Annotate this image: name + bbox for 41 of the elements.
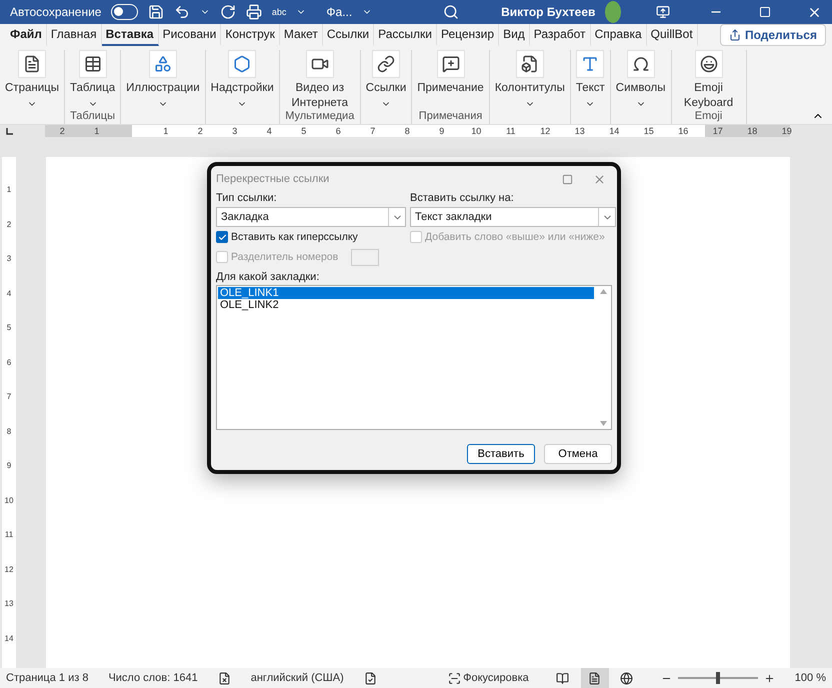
ribbon-button[interactable]: Видео из Интернета xyxy=(284,50,355,110)
bookmark-list[interactable]: OLE_LINK1 OLE_LINK2 xyxy=(216,285,612,430)
ribbon-button[interactable]: Таблица xyxy=(70,50,116,110)
group-label: Таблицы xyxy=(70,110,115,124)
checkbox-label: Вставить как гиперссылку xyxy=(231,231,358,243)
user-name[interactable]: Виктор Бухтеев xyxy=(501,5,596,20)
ribbon-button[interactable]: Страницы xyxy=(5,50,59,110)
word-count[interactable]: Число слов: 1641 xyxy=(108,672,198,684)
group-label: Примечания xyxy=(418,110,482,124)
list-item[interactable]: OLE_LINK2 xyxy=(218,299,594,311)
ribbon-button[interactable]: Текст xyxy=(576,50,605,110)
checkbox-label: Разделитель номеров xyxy=(231,251,338,263)
zoom-percent[interactable]: 100 % xyxy=(794,672,826,684)
reference-type-dropdown[interactable]: Закладка xyxy=(216,207,406,227)
page-count[interactable]: Страница 1 из 8 xyxy=(6,672,88,684)
document-title[interactable]: Фа... xyxy=(326,5,352,20)
group-label: Emoji xyxy=(694,110,722,124)
autosave-label: Автосохранение xyxy=(10,5,102,20)
ribbon-button[interactable]: Ссылки xyxy=(366,50,406,110)
field-label: Тип ссылки: xyxy=(216,192,278,204)
ribbon-button[interactable]: Примечание xyxy=(417,50,484,110)
cancel-button[interactable]: Отмена xyxy=(544,444,612,464)
spelling-button[interactable]: abc xyxy=(272,7,286,18)
vertical-ruler[interactable]: 1 2 3 4 5 6 7 8 9 10 11 12 13 14 xyxy=(2,157,16,668)
ribbon-button[interactable]: Символы xyxy=(616,50,666,110)
ribbon-button[interactable]: Надстройки xyxy=(210,50,274,110)
horizontal-ruler[interactable]: 2 1 1 2 3 4 5 6 7 8 9 10 11 12 13 14 15 16 17 18 19 xyxy=(45,125,790,137)
list-label: Для какой закладки: xyxy=(216,271,320,283)
insert-reference-dropdown[interactable]: Текст закладки xyxy=(410,207,616,227)
checkbox-label: Добавить слово «выше» или «ниже» xyxy=(425,231,605,243)
group-label: Мультимедиа xyxy=(285,110,354,124)
ribbon-button[interactable]: Emoji Keyboard xyxy=(676,50,741,110)
insert-button[interactable]: Вставить xyxy=(467,444,535,464)
language-status[interactable]: английский (США) xyxy=(250,672,344,684)
ribbon-button[interactable]: Иллюстрации xyxy=(126,50,200,110)
ribbon-button[interactable]: Колонтитулы xyxy=(494,50,565,110)
focus-button[interactable]: Фокусировка xyxy=(463,672,529,684)
list-item[interactable]: OLE_LINK1 xyxy=(218,287,594,299)
share-button[interactable]: Поделиться xyxy=(720,24,826,46)
field-label: Вставить ссылку на: xyxy=(410,192,515,204)
dialog-title: Перекрестные ссылки xyxy=(216,173,330,185)
